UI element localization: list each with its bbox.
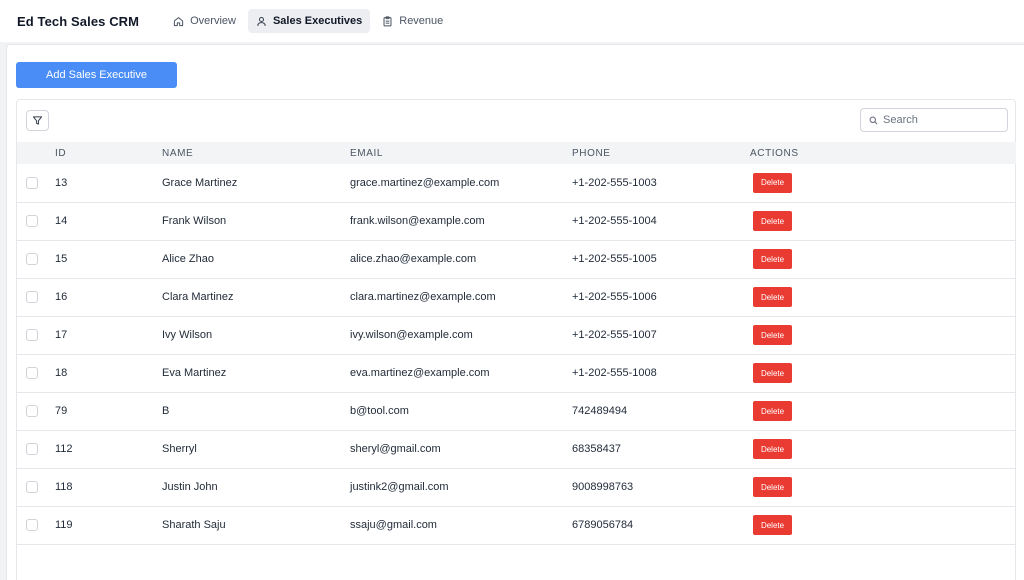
row-checkbox[interactable] [26,291,38,303]
header-actions: ACTIONS [750,147,799,159]
top-nav-bar: Ed Tech Sales CRM Overview Sales Executi… [0,0,1024,42]
cell-phone: 68358437 [572,443,621,455]
add-sales-executive-button[interactable]: Add Sales Executive [16,62,177,88]
cell-email: justink2@gmail.com [350,481,449,493]
home-icon [173,16,184,26]
header-phone: PHONE [572,147,611,159]
table-row: 14 Frank Wilson frank.wilson@example.com… [17,202,1016,240]
header-id: ID [55,147,67,159]
delete-button[interactable]: Delete [753,172,792,193]
cell-id: 18 [55,367,68,379]
tab-revenue[interactable]: Revenue [374,9,451,33]
table-row: 118 Justin John justink2@gmail.com 90089… [17,468,1016,506]
cell-phone: 742489494 [572,405,628,417]
table-header-row: ID NAME EMAIL PHONE ACTIONS [17,142,1016,164]
cell-id: 15 [55,253,68,265]
tab-overview[interactable]: Overview [165,9,244,33]
cell-phone: +1-202-555-1005 [572,253,657,265]
tab-sales-executives[interactable]: Sales Executives [247,9,371,33]
cell-email: ssaju@gmail.com [350,519,437,531]
delete-button[interactable]: Delete [753,325,792,345]
delete-button[interactable]: Delete [753,287,792,307]
delete-button[interactable]: Delete [753,439,792,459]
cell-phone: +1-202-555-1007 [572,329,657,341]
table-row: 18 Eva Martinez eva.martinez@example.com… [17,354,1016,392]
delete-button[interactable]: Delete [753,515,792,535]
cell-email: ivy.wilson@example.com [350,329,473,341]
delete-button[interactable]: Delete [753,363,792,383]
row-checkbox[interactable] [26,215,38,227]
cell-id: 16 [55,291,68,303]
cell-phone: +1-202-555-1006 [572,291,657,303]
cell-name: Clara Martinez [162,291,234,303]
cell-id: 119 [55,519,73,531]
sales-executives-table-card: ID NAME EMAIL PHONE ACTIONS 13 Grace Mar… [16,99,1016,580]
app-title: Ed Tech Sales CRM [17,13,140,29]
row-checkbox[interactable] [26,405,38,417]
cell-email: sheryl@gmail.com [350,443,441,455]
delete-button[interactable]: Delete [753,401,792,421]
cell-id: 118 [55,481,73,493]
cell-phone: 9008998763 [572,481,634,493]
tab-revenue-label: Revenue [399,15,444,27]
delete-button[interactable]: Delete [753,211,792,231]
cell-phone: +1-202-555-1003 [572,176,657,189]
table-row: 15 Alice Zhao alice.zhao@example.com +1-… [17,240,1016,278]
cell-email: alice.zhao@example.com [350,253,477,265]
row-checkbox[interactable] [26,176,38,189]
delete-button[interactable]: Delete [753,477,792,497]
filter-icon [32,116,43,125]
table-row: 119 Sharath Saju ssaju@gmail.com 6789056… [17,506,1016,544]
row-checkbox[interactable] [26,443,38,455]
cell-id: 13 [55,176,68,189]
table-row: 79 B b@tool.com 742489494 Delete [17,392,1016,430]
cell-id: 79 [55,405,68,417]
cell-email: clara.martinez@example.com [350,291,496,303]
cell-name: Frank Wilson [162,215,227,227]
cell-name: B [162,405,170,417]
cell-email: b@tool.com [350,405,409,417]
cell-id: 17 [55,329,68,341]
search-input[interactable] [883,114,1003,126]
table-row: 13 Grace Martinez grace.martinez@example… [17,164,1016,202]
search-icon [869,116,878,124]
cell-id: 14 [55,215,68,227]
cell-phone: +1-202-555-1004 [572,215,657,227]
user-icon [257,16,266,26]
cell-name: Alice Zhao [162,253,214,265]
table-row: 112 Sherryl sheryl@gmail.com 68358437 De… [17,430,1016,468]
cell-email: eva.martinez@example.com [350,367,490,379]
table-row: 16 Clara Martinez clara.martinez@example… [17,278,1016,316]
filter-button[interactable] [26,110,49,131]
header-email: EMAIL [350,147,384,159]
cell-email: frank.wilson@example.com [350,215,485,227]
cell-name: Sherryl [162,443,197,455]
search-box [860,108,1008,132]
cell-name: Grace Martinez [162,176,238,189]
cell-name: Eva Martinez [162,367,227,379]
tab-sales-executives-label: Sales Executives [272,15,363,27]
cell-name: Justin John [162,481,218,493]
cell-id: 112 [55,443,73,455]
delete-button[interactable]: Delete [753,249,792,269]
row-checkbox[interactable] [26,253,38,265]
cell-phone: 6789056784 [572,519,634,531]
tab-overview-label: Overview [190,15,236,27]
clipboard-icon [383,15,392,26]
row-checkbox[interactable] [26,481,38,493]
sales-executives-table: ID NAME EMAIL PHONE ACTIONS 13 Grace Mar… [17,142,1016,545]
row-checkbox[interactable] [26,329,38,341]
header-select [17,142,55,164]
cell-email: grace.martinez@example.com [350,176,500,189]
cell-name: Ivy Wilson [162,329,213,341]
header-name: NAME [162,147,194,159]
row-checkbox[interactable] [26,367,38,379]
nav-tabs: Overview Sales Executives Revenue [165,9,455,33]
table-row: 17 Ivy Wilson ivy.wilson@example.com +1-… [17,316,1016,354]
row-checkbox[interactable] [26,519,38,531]
main-panel: Add Sales Executive ID NAME EMAIL PHONE [6,44,1024,580]
cell-phone: +1-202-555-1008 [572,367,657,379]
cell-name: Sharath Saju [162,519,226,531]
